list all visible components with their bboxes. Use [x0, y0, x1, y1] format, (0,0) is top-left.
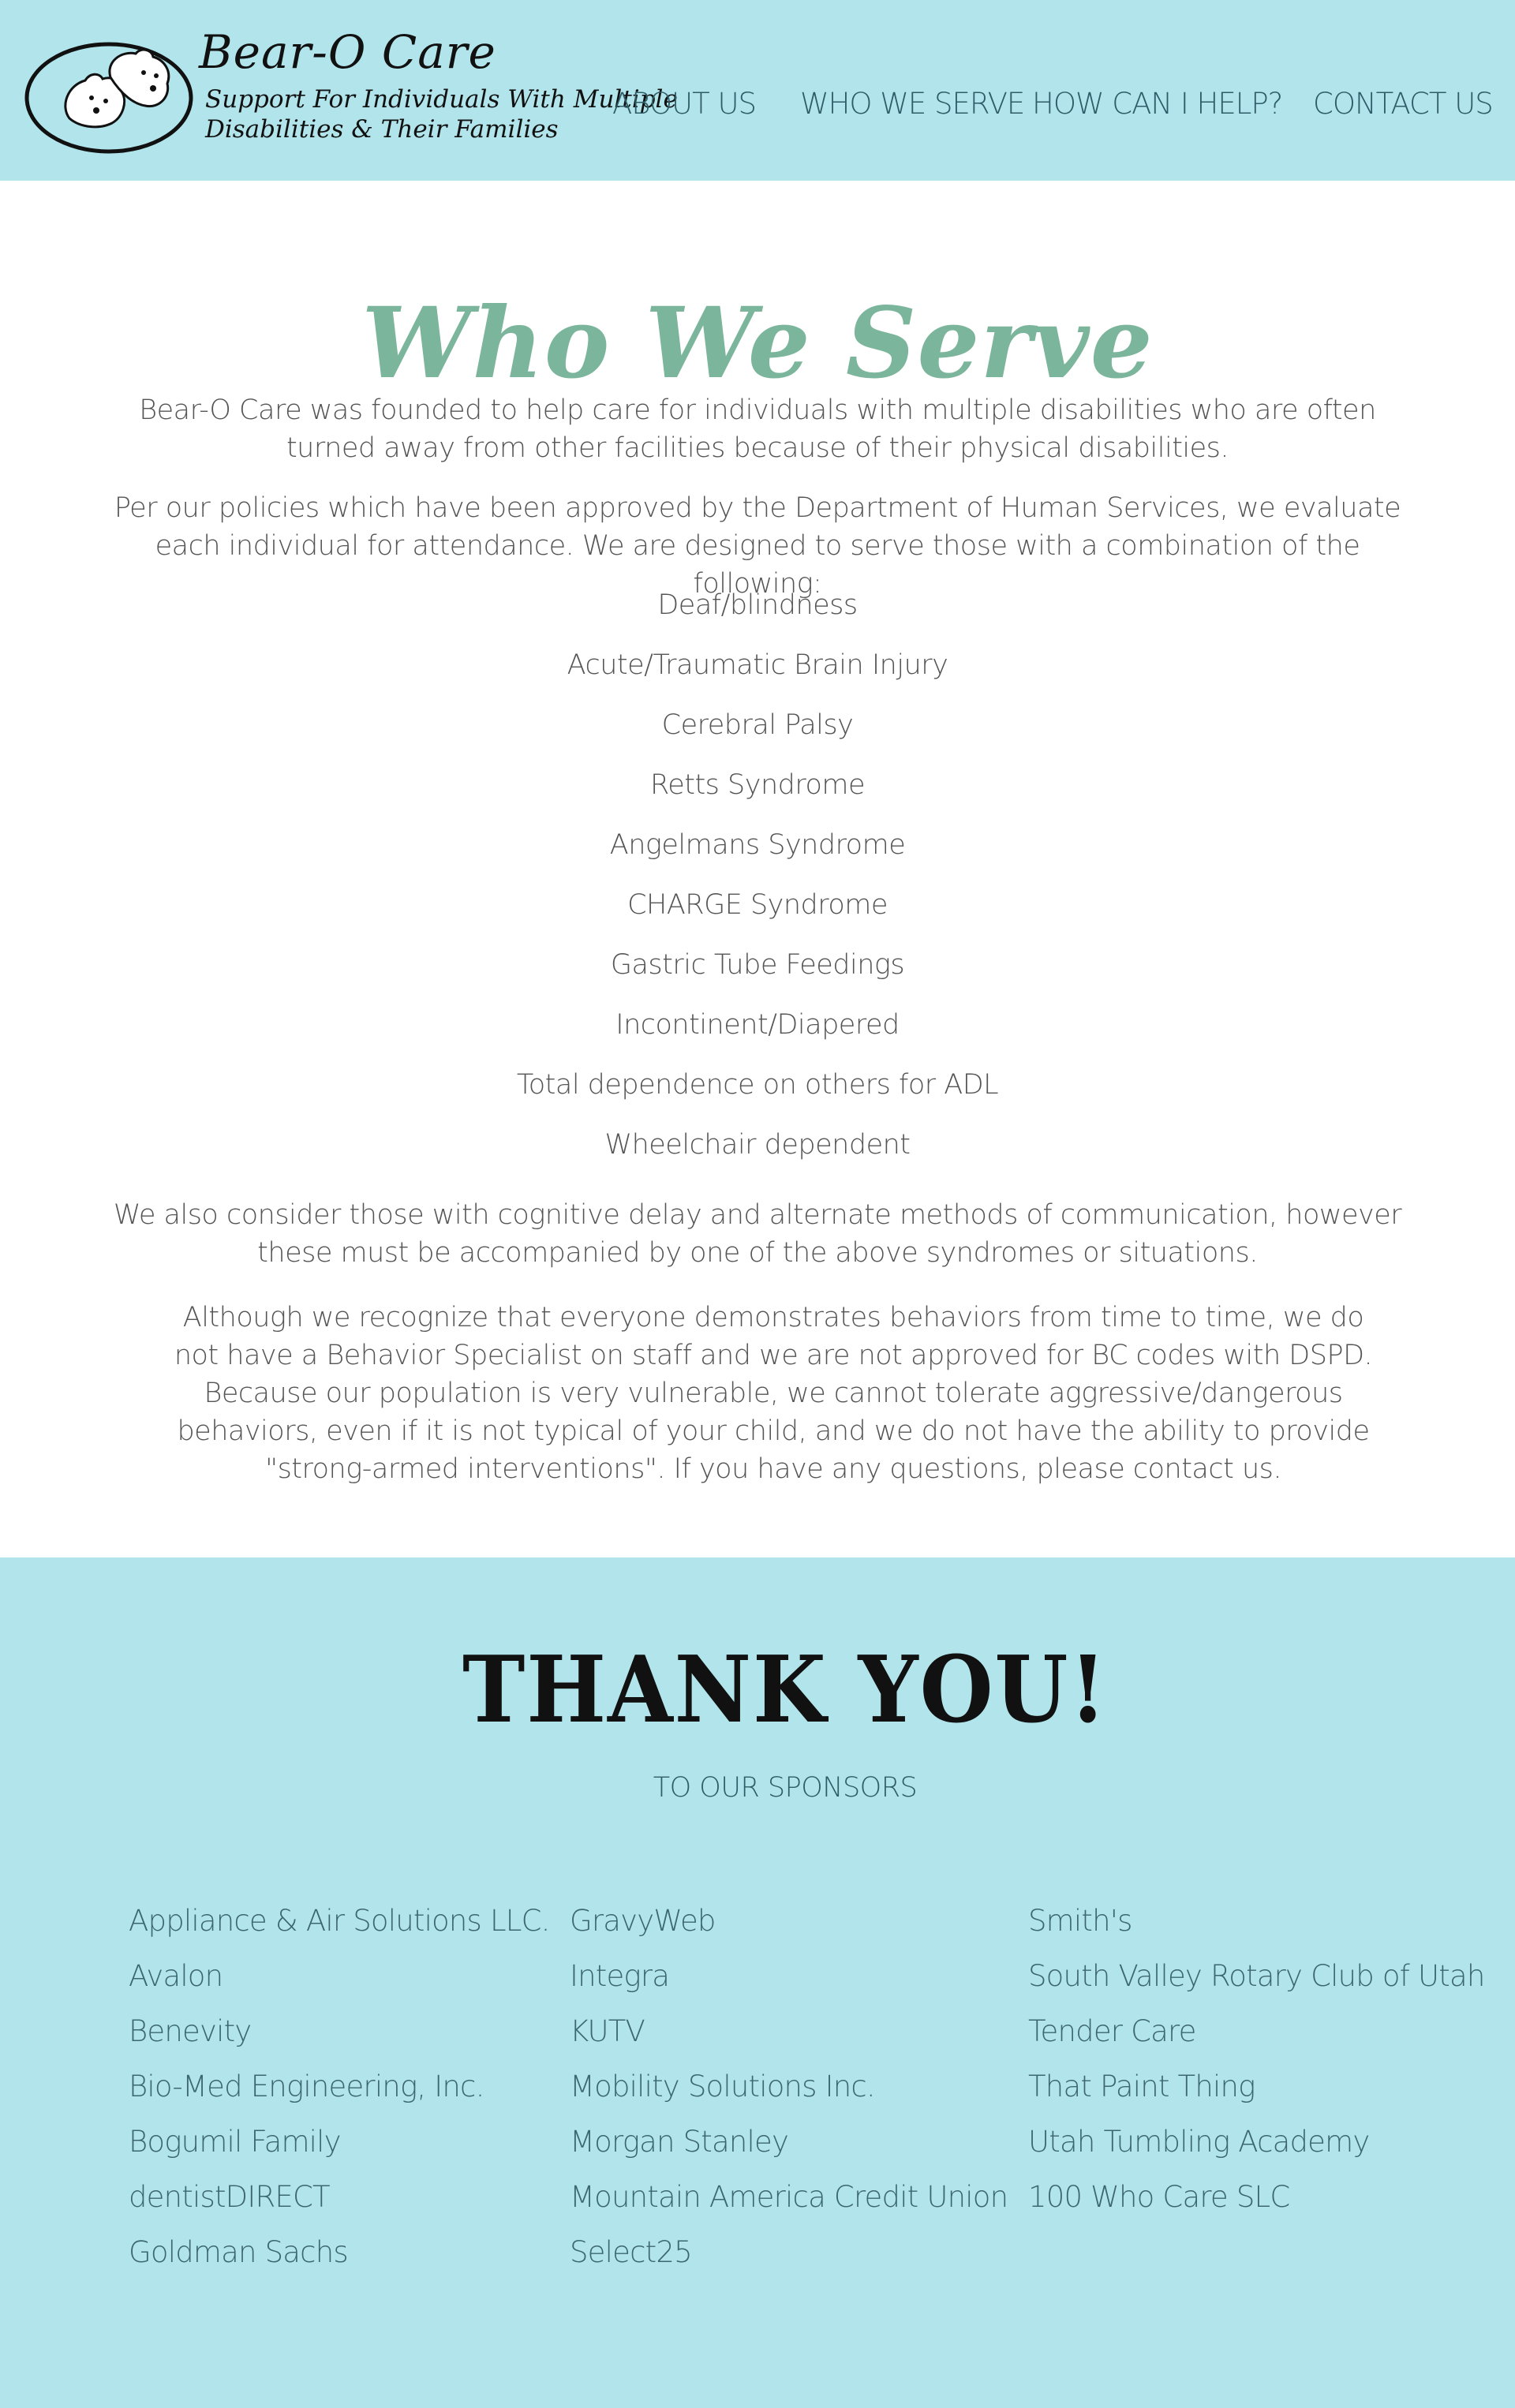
site-header: Bear-O Care Support For Individuals With…: [0, 0, 1515, 181]
sponsor-item: Integra: [570, 1959, 670, 1993]
nav-how-can-i-help[interactable]: HOW CAN I HELP?: [1032, 87, 1283, 121]
sponsor-item: Morgan Stanley: [570, 2125, 789, 2159]
intro-paragraph: Bear-O Care was founded to help care for…: [139, 394, 1376, 464]
logo-link[interactable]: Bear-O Care Support For Individuals With…: [24, 25, 678, 159]
sponsor-item: KUTV: [570, 2014, 645, 2048]
sponsor-item: 100 Who Care SLC: [1028, 2180, 1290, 2214]
sponsor-item: Avalon: [129, 1959, 223, 1993]
condition-item: Gastric Tube Feedings: [610, 949, 905, 981]
condition-item: CHARGE Syndrome: [627, 889, 888, 921]
condition-item: Wheelchair dependent: [604, 1129, 911, 1161]
sponsors-column-1: Appliance & Air Solutions LLC. Avalon Be…: [129, 1901, 550, 2288]
condition-item: Retts Syndrome: [649, 769, 866, 801]
sponsor-item: Bio-Med Engineering, Inc.: [129, 2070, 484, 2103]
conditions-list: Deaf/blindness Acute/Traumatic Brain Inj…: [0, 586, 1515, 1186]
nav-contact-us[interactable]: CONTACT US: [1313, 87, 1494, 121]
sponsors-section: THANK YOU! TO OUR SPONSORS Appliance & A…: [0, 1557, 1515, 2408]
condition-item: Incontinent/Diapered: [615, 1009, 900, 1041]
sponsor-item: Select25: [570, 2235, 693, 2269]
logo-tagline-line1: Support For Individuals With Multiple: [205, 85, 678, 114]
cognitive-paragraph: We also consider those with cognitive de…: [113, 1199, 1402, 1269]
sponsors-column-2: GravyWeb Integra KUTV Mobility Solutions…: [570, 1901, 1008, 2288]
sponsor-item: Bogumil Family: [129, 2125, 342, 2159]
sponsor-item: Tender Care: [1028, 2014, 1196, 2048]
sponsor-item: Goldman Sachs: [129, 2235, 349, 2269]
sponsor-item: Mobility Solutions Inc.: [570, 2070, 876, 2103]
sponsors-column-3: Smith's South Valley Rotary Club of Utah…: [1028, 1901, 1485, 2233]
behavior-paragraph: Although we recognize that everyone demo…: [174, 1302, 1373, 1485]
condition-item: Acute/Traumatic Brain Injury: [567, 649, 948, 681]
nav-who-we-serve[interactable]: WHO WE SERVE: [800, 87, 1025, 121]
nav-about-us[interactable]: ABOUT US: [612, 87, 757, 121]
sponsor-item: Benevity: [129, 2014, 252, 2048]
sponsors-subtitle: TO OUR SPONSORS: [653, 1772, 918, 1804]
condition-item: Total dependence on others for ADL: [516, 1069, 999, 1101]
sponsor-item: Appliance & Air Solutions LLC.: [129, 1904, 550, 1938]
logo-name: Bear-O Care: [199, 25, 496, 79]
sponsor-item: Utah Tumbling Academy: [1028, 2125, 1370, 2159]
thank-you-heading: THANK YOU!: [462, 1636, 1108, 1744]
bear-icon: [24, 42, 193, 154]
sponsor-item: Mountain America Credit Union: [570, 2180, 1008, 2214]
sponsor-item: South Valley Rotary Club of Utah: [1028, 1959, 1485, 1993]
condition-item: Angelmans Syndrome: [609, 829, 906, 861]
sponsor-item: That Paint Thing: [1028, 2070, 1255, 2103]
sponsor-item: Smith's: [1028, 1904, 1132, 1938]
condition-item: Cerebral Palsy: [661, 709, 854, 741]
logo-tagline-line2: Disabilities & Their Families: [205, 115, 559, 144]
page-title: Who We Serve: [361, 286, 1154, 402]
sponsor-item: dentistDIRECT: [129, 2180, 331, 2214]
condition-item: Deaf/blindness: [657, 589, 858, 621]
sponsor-item: GravyWeb: [570, 1904, 716, 1938]
